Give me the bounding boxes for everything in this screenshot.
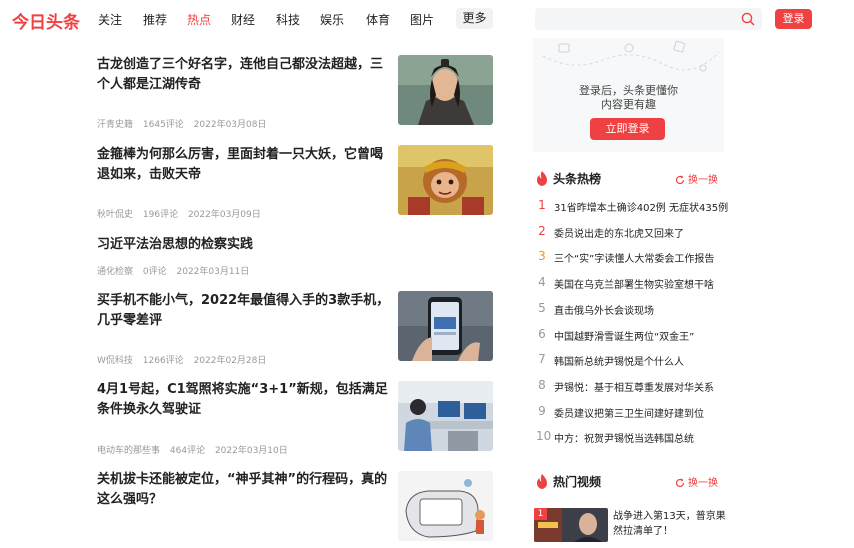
article-title[interactable]: 习近平法治思想的检察实践	[97, 235, 392, 255]
login-now-button[interactable]: 立即登录	[590, 118, 665, 140]
hot-list-rank: 7	[538, 352, 546, 367]
decorative-pattern-icon	[542, 40, 720, 72]
hot-list-rank: 6	[538, 326, 546, 341]
hot-list-item[interactable]: 9 委员建议把第三卫生间建好建到位	[536, 404, 726, 422]
search-input[interactable]	[541, 10, 731, 28]
article-date: 2022年03月09日	[187, 210, 261, 220]
video-title[interactable]: 战争进入第13天，普京果然拉清单了！	[613, 509, 726, 539]
hot-list-item[interactable]: 10 中方：祝贺尹锡悦当选韩国总统	[536, 429, 726, 447]
hot-list-item[interactable]: 4 美国在乌克兰部署生物实验室想干啥	[536, 275, 726, 293]
hot-list-text[interactable]: 中国越野滑雪诞生两位“双金王”	[554, 328, 694, 343]
hot-list-item[interactable]: 5 直击俄乌外长会谈现场	[536, 301, 726, 319]
article-date: 2022年02月28日	[193, 356, 267, 366]
refresh-label: 换一换	[688, 175, 718, 186]
article-source[interactable]: W侃科技	[97, 356, 133, 366]
hot-list-text[interactable]: 美国在乌克兰部署生物实验室想干啥	[554, 276, 714, 291]
hot-video-header: 热门视频 换一换	[536, 473, 718, 491]
fire-icon	[537, 171, 547, 186]
hot-video-title: 热门视频	[553, 475, 602, 489]
article-comments[interactable]: 1266评论	[143, 356, 184, 366]
article-thumbnail[interactable]	[398, 471, 493, 541]
hot-list-rank: 5	[538, 300, 546, 315]
police-office-image	[398, 381, 493, 451]
article-source[interactable]: 秋叶侃史	[97, 210, 133, 220]
hot-video-refresh-button[interactable]: 换一换	[675, 474, 718, 489]
article-comments[interactable]: 0评论	[143, 267, 167, 277]
login-prompt-line: 登录后，头条更懂你	[579, 84, 678, 97]
article-meta: 秋叶侃史 196评论 2022年03月09日	[97, 207, 268, 220]
article-title[interactable]: 关机拔卡还能被定位，“神乎其神”的行程码，真的这么强吗？	[97, 470, 392, 510]
hot-list-item[interactable]: 8 尹锡悦：基于相互尊重发展对华关系	[536, 378, 726, 396]
hot-list-rank: 4	[538, 275, 546, 290]
article-meta: 电动车的那些事 464评论 2022年03月10日	[97, 443, 295, 456]
login-prompt-line: 内容更有趣	[601, 98, 656, 111]
hot-list-item[interactable]: 7 韩国新总统尹锡悦是个什么人	[536, 352, 726, 370]
monkey-king-image	[398, 145, 493, 215]
hot-list-text[interactable]: 尹锡悦：基于相互尊重发展对华关系	[554, 379, 714, 394]
article-title[interactable]: 金箍棒为何那么厉害，里面封着一只大妖，它曾喝退如来，击败天帝	[97, 145, 392, 185]
hot-list-text[interactable]: 韩国新总统尹锡悦是个什么人	[554, 353, 684, 368]
cartoon-phone-image	[398, 471, 493, 541]
smartphone-in-hand-image	[398, 291, 493, 361]
search-icon[interactable]	[741, 12, 755, 26]
fire-icon	[537, 474, 547, 489]
article-comments[interactable]: 464评论	[170, 446, 205, 456]
article-thumbnail[interactable]	[398, 145, 493, 215]
hot-list-rank: 8	[538, 377, 546, 392]
hot-list-item[interactable]: 1 31省昨增本土确诊402例 无症状435例	[536, 198, 728, 216]
article-meta: 汗青史籍 1645评论 2022年03月08日	[97, 117, 273, 130]
login-prompt-card: 登录后，头条更懂你 内容更有趣 立即登录	[533, 38, 724, 152]
login-prompt-text: 登录后，头条更懂你 内容更有趣	[533, 84, 724, 112]
article-thumbnail[interactable]	[398, 55, 493, 125]
hot-list-text[interactable]: 直击俄乌外长会谈现场	[554, 302, 654, 317]
hot-list-rank: 1	[538, 198, 546, 212]
hot-list-refresh-button[interactable]: 换一换	[675, 171, 718, 186]
article-thumbnail[interactable]	[398, 291, 493, 361]
hot-list-header: 头条热榜 换一换	[536, 170, 718, 188]
article-source[interactable]: 电动车的那些事	[97, 446, 160, 456]
search-box	[535, 8, 762, 30]
article-date: 2022年03月11日	[176, 267, 250, 277]
article-source[interactable]: 通化检察	[97, 267, 133, 277]
article-source[interactable]: 汗青史籍	[97, 120, 133, 130]
article-comments[interactable]: 1645评论	[143, 120, 184, 130]
hot-list-item[interactable]: 2 委员说出走的东北虎又回来了	[536, 224, 726, 242]
hot-list-text[interactable]: 委员说出走的东北虎又回来了	[554, 225, 684, 240]
hot-list-rank: 10	[536, 429, 552, 444]
hot-list-item[interactable]: 6 中国越野滑雪诞生两位“双金王”	[536, 327, 726, 345]
article-date: 2022年03月10日	[214, 446, 288, 456]
video-thumbnail[interactable]: 1	[534, 508, 608, 542]
refresh-icon	[675, 175, 685, 185]
hot-list-rank: 3	[538, 249, 546, 264]
news-feed: 古龙创造了三个好名字，连他自己都没法超越，三个人都是江湖传奇 汗青史籍 1645…	[0, 0, 520, 542]
refresh-label: 换一换	[688, 478, 718, 489]
hot-list-text[interactable]: 31省昨增本土确诊402例 无症状435例	[554, 199, 728, 214]
hot-list-text[interactable]: 委员建议把第三卫生间建好建到位	[554, 405, 704, 420]
article-comments[interactable]: 196评论	[143, 210, 178, 220]
hot-list-rank: 9	[538, 403, 546, 418]
video-rank-badge: 1	[534, 508, 547, 520]
article-meta: W侃科技 1266评论 2022年02月28日	[97, 353, 273, 366]
hot-list-text[interactable]: 中方：祝贺尹锡悦当选韩国总统	[554, 430, 694, 445]
article-title[interactable]: 古龙创造了三个好名字，连他自己都没法超越，三个人都是江湖传奇	[97, 55, 392, 95]
login-button[interactable]: 登录	[775, 9, 812, 29]
man-in-ancient-costume-image	[398, 55, 493, 125]
hot-list-item[interactable]: 3 三个“实”字读懂人大常委会工作报告	[536, 249, 726, 267]
article-meta: 通化检察 0评论 2022年03月11日	[97, 264, 256, 277]
article-title[interactable]: 买手机不能小气，2022年最值得入手的3款手机，几乎零差评	[97, 291, 392, 331]
hot-list-text[interactable]: 三个“实”字读懂人大常委会工作报告	[554, 250, 714, 265]
hot-list-title: 头条热榜	[553, 172, 602, 186]
hot-video-item[interactable]: 1 战争进入第13天，普京果然拉清单了！	[534, 508, 726, 548]
refresh-icon	[675, 478, 685, 488]
article-date: 2022年03月08日	[193, 120, 267, 130]
article-thumbnail[interactable]	[398, 381, 493, 451]
hot-list-rank: 2	[538, 223, 546, 238]
article-title[interactable]: 4月1号起，C1驾照将实施“3+1”新规，包括满足条件换永久驾驶证	[97, 380, 392, 420]
